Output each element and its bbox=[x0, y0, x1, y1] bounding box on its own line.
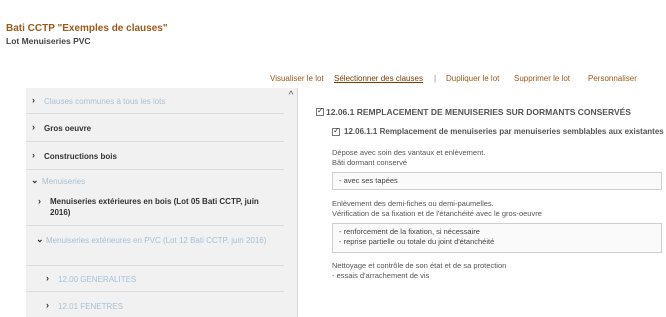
sidebar-item-label: Gros oeuvre bbox=[44, 124, 92, 133]
option-box[interactable]: - renforcement de la fixation, si nécess… bbox=[332, 223, 662, 253]
sidebar-item-label: Menuiseries extérieures en bois (Lot 05 … bbox=[50, 197, 259, 217]
chevron-right-icon: › bbox=[32, 95, 35, 105]
scroll-up-arrow-icon[interactable]: ^ bbox=[285, 90, 297, 102]
sidebar-item-menuiseries-pvc[interactable]: ⌄ Menuiseries extérieures en PVC (Lot 12… bbox=[26, 226, 284, 266]
sidebar-item-label: Constructions bois bbox=[44, 152, 117, 161]
duplicate-lot-link[interactable]: Dupliquer le lot bbox=[446, 74, 499, 83]
chevron-right-icon: › bbox=[46, 273, 49, 283]
clause-text: Bâti dormant conservé bbox=[332, 158, 408, 167]
clause-content-panel: 12.06.1 REMPLACEMENT DE MENUISERIES SUR … bbox=[298, 88, 666, 317]
clause-text: - essais d'arrachement de vis bbox=[332, 271, 430, 280]
clause-text: Vérification de sa fixation et de l'étan… bbox=[332, 209, 542, 218]
sidebar-item-menuiseries-bois[interactable]: › Menuiseries extérieures en bois (Lot 0… bbox=[26, 192, 284, 226]
chevron-right-icon: › bbox=[46, 300, 49, 310]
select-clauses-link[interactable]: Sélectionner des clauses bbox=[334, 74, 423, 83]
chevron-right-icon: › bbox=[32, 150, 35, 160]
chevron-down-icon: ⌄ bbox=[31, 175, 39, 185]
sidebar-item-clauses-communes[interactable]: › Clauses communes à tous les lots bbox=[26, 88, 284, 114]
clause-tree-sidebar: ^ › Clauses communes à tous les lots › G… bbox=[26, 88, 298, 317]
section-checkbox[interactable] bbox=[316, 106, 324, 116]
personalize-link[interactable]: Personnaliser bbox=[588, 74, 637, 83]
chevron-right-icon: › bbox=[32, 122, 35, 132]
sidebar-item-label: Clauses communes à tous les lots bbox=[44, 97, 166, 106]
sidebar-item-menuiseries[interactable]: ⌄ Menuiseries bbox=[26, 170, 284, 192]
page-title: Bati CCTP "Exemples de clauses" bbox=[6, 23, 168, 34]
clause-text: Enlèvement des demi-fiches ou demi-paume… bbox=[332, 199, 494, 208]
sidebar-item-generalites[interactable]: › 12.00 GENERALITES bbox=[26, 266, 284, 292]
sidebar-item-label: Menuiseries extérieures en PVC (Lot 12 B… bbox=[46, 236, 267, 245]
toolbar-separator: | bbox=[434, 74, 437, 83]
option-text: - avec ses tapées bbox=[339, 176, 398, 185]
sidebar-item-label: Menuiseries bbox=[42, 177, 86, 186]
sidebar-item-fenetres[interactable]: › 12.01 FENETRES bbox=[26, 292, 284, 317]
sidebar-item-label: 12.01 FENETRES bbox=[58, 302, 123, 311]
lot-subtitle: Lot Menuiseries PVC bbox=[6, 36, 91, 46]
delete-lot-link[interactable]: Supprimer le lot bbox=[514, 74, 570, 83]
clause-title: 12.06.1.1 Remplacement de menuiseries pa… bbox=[344, 127, 664, 136]
sidebar-item-constructions-bois[interactable]: › Constructions bois bbox=[26, 142, 284, 170]
sidebar-item-gros-oeuvre[interactable]: › Gros oeuvre bbox=[26, 114, 284, 142]
sidebar-item-label: 12.00 GENERALITES bbox=[58, 275, 137, 284]
view-lot-link[interactable]: Visualiser le lot bbox=[270, 74, 324, 83]
section-title: 12.06.1 REMPLACEMENT DE MENUISERIES SUR … bbox=[326, 107, 631, 117]
chevron-right-icon: › bbox=[38, 196, 41, 206]
clause-text: Dépose avec soin des vantaux et enlèveme… bbox=[332, 148, 486, 157]
clause-text: Nettoyage et contrôle de son état et de … bbox=[332, 261, 507, 270]
option-text: - reprise partielle ou totale du joint d… bbox=[339, 237, 495, 246]
option-box[interactable]: - avec ses tapées bbox=[332, 172, 662, 190]
lot-toolbar: Visualiser le lot Sélectionner des claus… bbox=[270, 74, 666, 86]
clause-checkbox[interactable] bbox=[332, 126, 340, 136]
app-header: Bati CCTP "Exemples de clauses" Lot Menu… bbox=[0, 0, 666, 72]
option-text: - renforcement de la fixation, si nécess… bbox=[339, 227, 480, 236]
